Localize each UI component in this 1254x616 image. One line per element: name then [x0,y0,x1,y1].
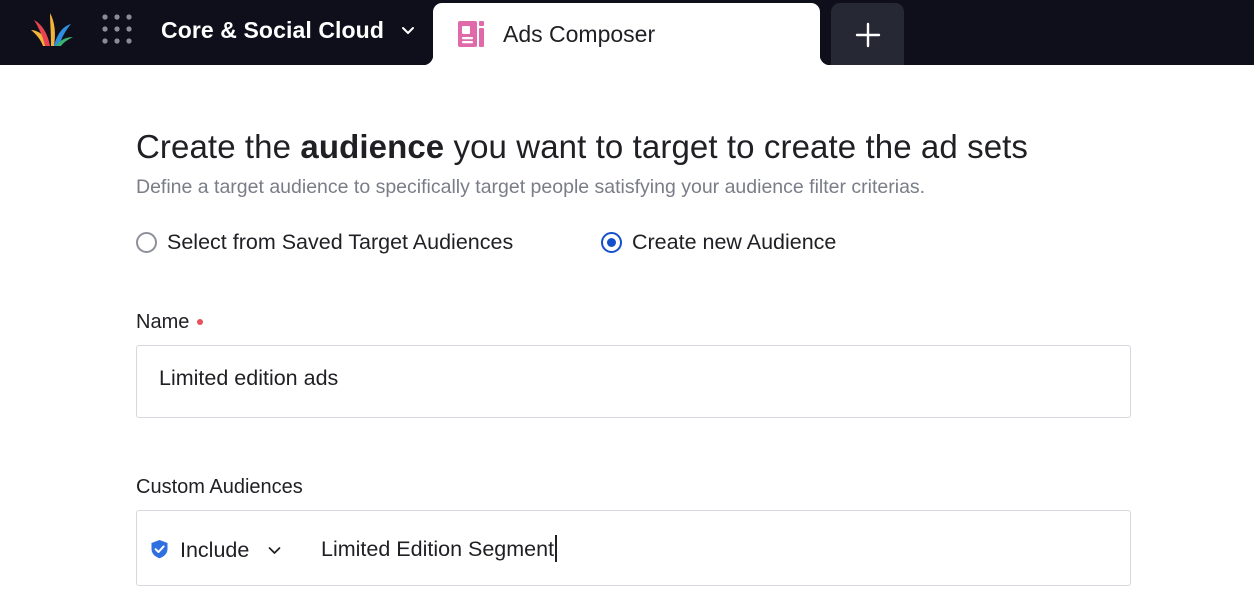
heading-emphasis: audience [300,128,445,165]
include-exclude-dropdown[interactable]: Include [180,537,282,563]
chevron-down-icon [401,27,414,34]
radio-saved-audiences[interactable]: Select from Saved Target Audiences [136,228,513,256]
custom-audience-search-input[interactable]: Limited Edition Segment [321,535,557,564]
shield-check-icon [151,540,168,559]
ads-composer-icon [458,21,484,47]
custom-audiences-field[interactable]: Include Limited Edition Segment [136,510,1131,586]
custom-audiences-label: Custom Audiences [136,476,303,498]
tab-label: Ads Composer [503,21,656,47]
radio-create-new-audience[interactable]: Create new Audience [601,228,836,256]
plus-icon [855,22,881,48]
top-navigation-bar: Core & Social Cloud Ads Composer [0,0,1254,65]
radio-label-saved-audiences: Select from Saved Target Audiences [167,229,514,254]
cloud-switcher-dropdown[interactable]: Core & Social Cloud [161,16,416,44]
tab-ads-composer[interactable]: Ads Composer [423,3,830,65]
page-heading: Create the audience you want to target t… [136,128,1028,166]
radio-button-checked[interactable] [601,231,622,253]
heading-prefix: Create the [136,128,301,165]
name-field[interactable] [136,345,1131,418]
radio-button-unchecked[interactable] [136,231,157,253]
name-input[interactable] [159,366,1099,391]
include-mode-label: Include [180,537,250,562]
name-field-label: Name [136,311,204,334]
page-subheading: Define a target audience to specifically… [136,176,926,198]
name-label-text: Name [136,311,190,333]
required-indicator [197,318,204,325]
sprinklr-logo-icon[interactable] [30,12,74,48]
text-cursor [555,535,557,562]
grid-dots-icon[interactable] [100,12,134,46]
chevron-down-icon [268,546,281,554]
custom-audience-value: Limited Edition Segment [321,537,555,562]
radio-label-create-new: Create new Audience [632,229,837,254]
add-tab-button[interactable] [831,3,904,65]
heading-suffix: you want to target to create the ad sets [444,128,1029,165]
cloud-switcher-label: Core & Social Cloud [161,16,384,43]
